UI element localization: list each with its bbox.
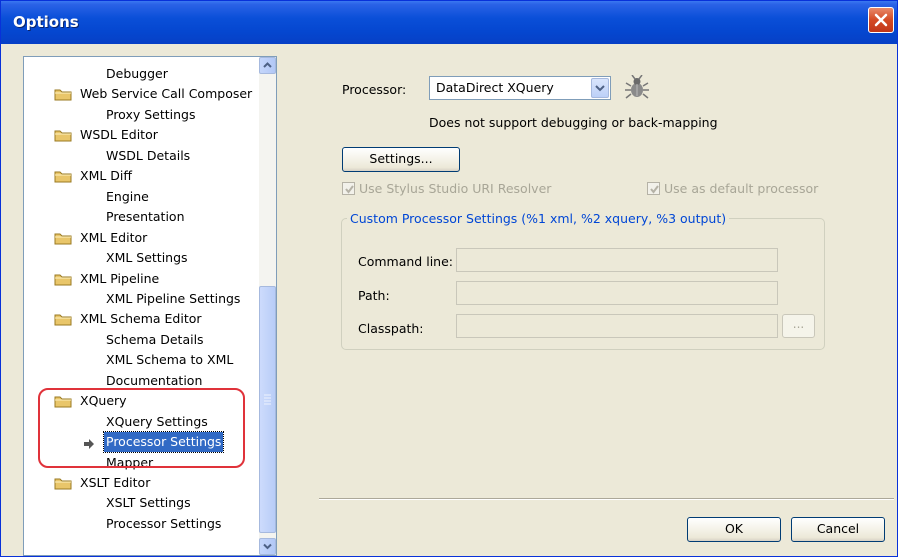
checkmark-icon [650,185,659,194]
tree-item[interactable]: Engine [104,187,151,207]
tree-item[interactable]: WSDL Details [104,146,192,166]
tree-item-label: Debugger [106,66,168,81]
tree-item[interactable]: Debugger [104,64,170,84]
processor-dropdown-button[interactable] [591,78,609,98]
settings-button[interactable]: Settings... [342,147,460,172]
close-icon [874,13,888,27]
scroll-up-button[interactable] [259,57,276,74]
tree-item[interactable]: XML Pipeline [54,269,161,289]
chevron-down-icon [595,85,605,92]
classpath-field[interactable] [456,314,778,338]
tree-item[interactable]: XSLT Editor [54,473,152,493]
options-tree[interactable]: Debugger Web Service Call Composer Proxy S… [23,56,277,556]
tree-item[interactable]: Processor Settings [104,514,223,534]
default-processor-checkbox[interactable] [647,182,660,195]
folder-icon [54,169,72,183]
tree-item-label: Proxy Settings [106,106,196,122]
tree-item[interactable]: XML Schema to XML [104,350,235,370]
title-bar[interactable]: Options [1,1,897,44]
tree-item-label: Web Service Call Composer [80,86,253,102]
uri-resolver-checkbox[interactable] [342,182,355,195]
tree-item-label: Presentation [106,209,185,225]
xquery-highlight-annotation [38,388,245,468]
options-dialog: Options Debugger Web Service Call Compose… [0,0,898,557]
footer-separator [319,498,894,500]
custom-processor-group-title: Custom Processor Settings (%1 xml, %2 xq… [347,211,730,226]
thumb-grip-icon [264,394,271,405]
tree-item-label: Processor Settings [106,515,222,531]
tree-item[interactable]: WSDL Editor [54,125,160,145]
folder-icon [54,312,72,326]
tree-item[interactable]: XML Editor [54,228,149,248]
folder-icon [54,87,72,101]
processor-select[interactable]: DataDirect XQuery [429,76,611,100]
tree-item[interactable]: XML Settings [104,248,190,268]
folder-icon [54,128,72,142]
tree-item[interactable]: XML Pipeline Settings [104,289,242,309]
tree-item-label: XML Editor [80,229,148,245]
tree-item-label: Engine [106,188,149,204]
tree-item-label: XML Schema to XML [106,352,234,368]
path-field[interactable] [456,281,778,305]
command-line-label: Command line: [358,254,453,269]
tree-item-label: WSDL Editor [80,127,158,143]
chevron-up-icon [263,62,272,68]
bug-icon [625,75,649,99]
tree-item[interactable]: Proxy Settings [104,105,197,125]
tree-item-label: XML Settings [106,250,188,266]
tree-item-label: Schema Details [106,331,204,347]
tree-item-label: XML Diff [80,168,132,184]
default-processor-label: Use as default processor [664,181,819,196]
tree-item[interactable]: Schema Details [104,330,206,350]
close-button[interactable] [868,7,894,33]
tree-scrollbar[interactable] [259,57,276,555]
tree-item[interactable]: XML Diff [54,166,134,186]
tree-item[interactable]: Presentation [104,207,187,227]
chevron-down-icon [263,543,272,550]
tree-item-label: XML Pipeline [80,270,160,286]
path-label: Path: [358,288,390,303]
processor-note: Does not support debugging or back-mappi… [429,115,718,130]
cancel-button[interactable]: Cancel [791,517,885,542]
tree-item-label: WSDL Details [106,147,191,163]
tree-item-label: XML Schema Editor [80,311,202,327]
ok-button[interactable]: OK [687,517,781,542]
tree-item-label: XSLT Settings [106,495,191,511]
tree-item-label: XSLT Editor [80,475,151,490]
classpath-browse-button[interactable]: ... [782,314,815,338]
classpath-label: Classpath: [358,321,424,336]
tree-item[interactable]: XML Schema Editor [54,309,204,329]
command-line-field[interactable] [456,248,778,272]
checkmark-icon [345,185,354,194]
folder-icon [54,231,72,245]
tree-item[interactable]: XSLT Settings [104,493,193,513]
tree-item-label: XML Pipeline Settings [106,290,241,306]
folder-icon [54,476,72,490]
scroll-thumb[interactable] [259,286,276,533]
processor-label: Processor: [342,82,407,97]
uri-resolver-label: Use Stylus Studio URI Resolver [359,181,552,196]
folder-icon [54,272,72,286]
window-title: Options [13,13,79,31]
processor-select-value: DataDirect XQuery [436,80,554,95]
scroll-down-button[interactable] [259,538,276,555]
tree-item[interactable]: Web Service Call Composer [54,84,254,104]
